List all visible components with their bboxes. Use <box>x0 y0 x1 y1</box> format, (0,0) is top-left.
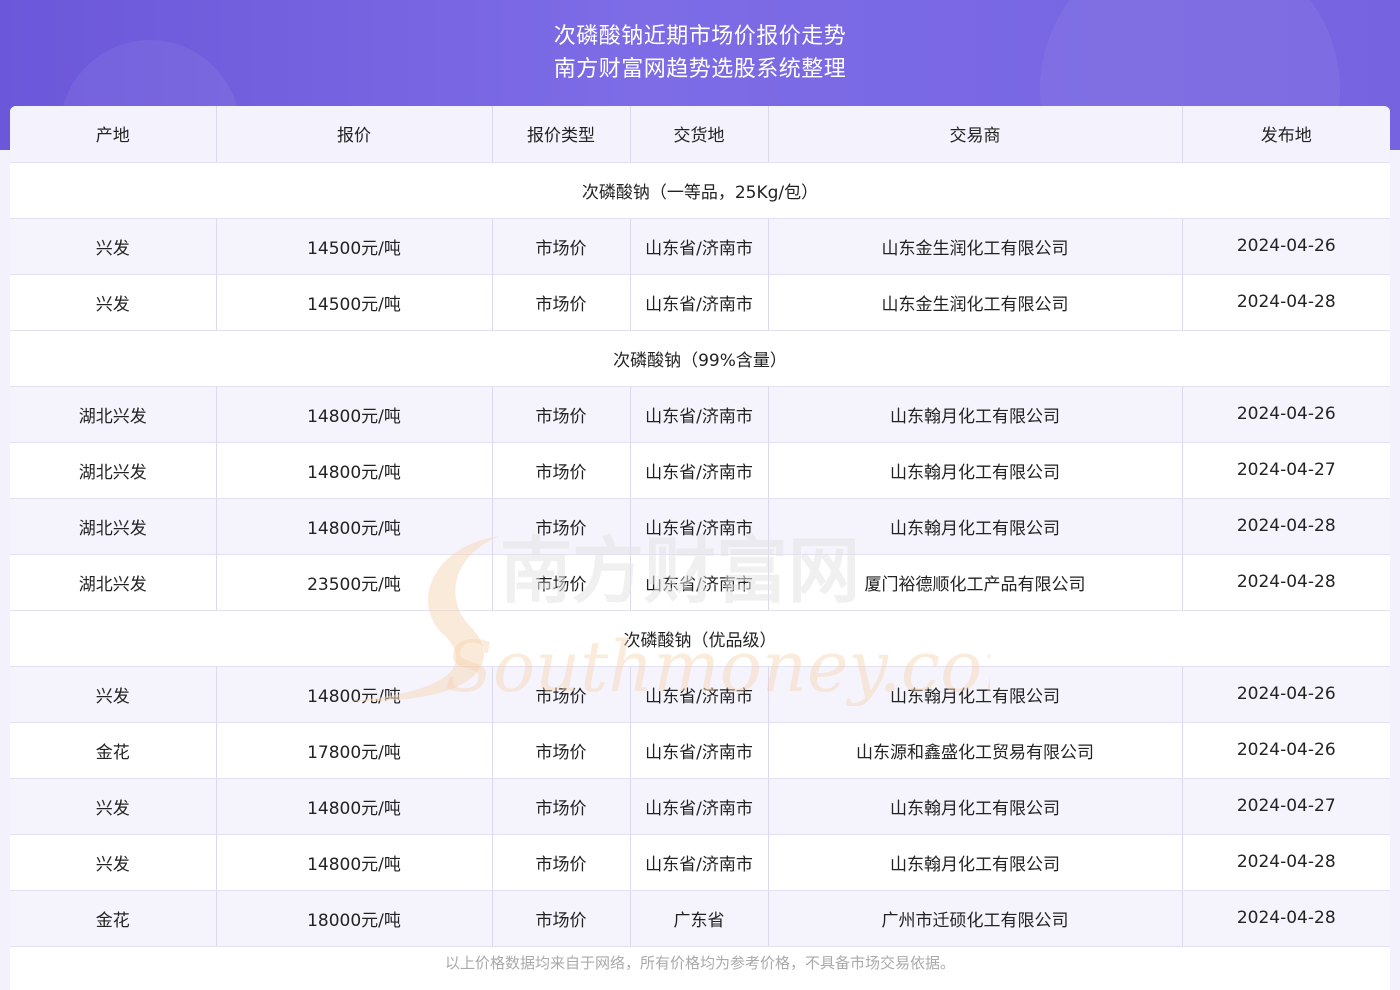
origin-cell: 湖北兴发 <box>10 442 217 499</box>
table-row: 湖北兴发 14800元/吨 市场价 山东省/济南市 山东翰月化工有限公司 2024-04-… <box>10 442 1390 499</box>
origin-cell: 湖北兴发 <box>10 554 217 611</box>
price-table-panel: 产地 报价 报价类型 交货地 交易商 发布地 次磷酸钠（一等品，25Kg/包） 兴发 1450… <box>10 106 1390 990</box>
origin-cell: 兴发 <box>10 666 217 723</box>
delivery-cell: 山东省/济南市 <box>630 386 769 443</box>
delivery-cell: 山东省/济南市 <box>630 778 769 835</box>
origin-cell: 兴发 <box>10 778 217 835</box>
price-cell: 14800元/吨 <box>216 386 493 443</box>
trader-cell: 山东金生润化工有限公司 <box>768 218 1183 275</box>
trader-cell: 山东翰月化工有限公司 <box>768 498 1183 555</box>
date-cell: 2024-04-28 <box>1182 834 1390 891</box>
table-row: 兴发 14500元/吨 市场价 山东省/济南市 山东金生润化工有限公司 2024-04-2… <box>10 274 1390 331</box>
price-type-cell: 市场价 <box>492 666 631 723</box>
price-cell: 14800元/吨 <box>216 834 493 891</box>
delivery-cell: 山东省/济南市 <box>630 666 769 723</box>
date-cell: 2024-04-27 <box>1182 442 1390 499</box>
price-cell: 14800元/吨 <box>216 778 493 835</box>
delivery-cell: 山东省/济南市 <box>630 274 769 331</box>
column-header: 交货地 <box>630 106 769 163</box>
table-row: 兴发 14800元/吨 市场价 山东省/济南市 山东翰月化工有限公司 2024-04-26 <box>10 666 1390 723</box>
table-row: 兴发 14500元/吨 市场价 山东省/济南市 山东金生润化工有限公司 2024-04-2… <box>10 218 1390 275</box>
table-row: 兴发 14800元/吨 市场价 山东省/济南市 山东翰月化工有限公司 2024-04-27 <box>10 778 1390 835</box>
price-cell: 14500元/吨 <box>216 274 493 331</box>
origin-cell: 兴发 <box>10 218 217 275</box>
group-row: 次磷酸钠（一等品，25Kg/包） <box>10 162 1390 219</box>
date-cell: 2024-04-28 <box>1182 554 1390 611</box>
group-title: 次磷酸钠（一等品，25Kg/包） <box>10 162 1390 219</box>
price-type-cell: 市场价 <box>492 722 631 779</box>
price-cell: 23500元/吨 <box>216 554 493 611</box>
price-cell: 17800元/吨 <box>216 722 493 779</box>
delivery-cell: 山东省/济南市 <box>630 722 769 779</box>
trader-cell: 山东翰月化工有限公司 <box>768 442 1183 499</box>
page-subtitle: 南方财富网趋势选股系统整理 <box>553 57 847 82</box>
table-row: 湖北兴发 14800元/吨 市场价 山东省/济南市 山东翰月化工有限公司 2024-04-… <box>10 386 1390 443</box>
column-header: 交易商 <box>768 106 1183 163</box>
price-cell: 14800元/吨 <box>216 666 493 723</box>
table-row: 湖北兴发 23500元/吨 市场价 山东省/济南市 厦门裕德顺化工产品有限公司 2024-… <box>10 554 1390 611</box>
date-cell: 2024-04-26 <box>1182 666 1390 723</box>
delivery-cell: 山东省/济南市 <box>630 218 769 275</box>
trader-cell: 山东翰月化工有限公司 <box>768 834 1183 891</box>
disclaimer-footer: 以上价格数据均来自于网络，所有价格均为参考价格，不具备市场交易依据。 <box>444 954 955 972</box>
delivery-cell: 山东省/济南市 <box>630 498 769 555</box>
price-cell: 18000元/吨 <box>216 890 493 947</box>
trader-cell: 山东翰月化工有限公司 <box>768 386 1183 443</box>
table-body: 次磷酸钠（一等品，25Kg/包） 兴发 14500元/吨 市场价 山东省/济南市 山东金生… <box>10 162 1390 947</box>
price-type-cell: 市场价 <box>492 778 631 835</box>
price-type-cell: 市场价 <box>492 386 631 443</box>
origin-cell: 金花 <box>10 722 217 779</box>
price-cell: 14500元/吨 <box>216 218 493 275</box>
price-type-cell: 市场价 <box>492 554 631 611</box>
price-type-cell: 市场价 <box>492 218 631 275</box>
page-title: 次磷酸钠近期市场价报价走势 <box>553 24 847 49</box>
table-row: 兴发 14800元/吨 市场价 山东省/济南市 山东翰月化工有限公司 2024-04-28 <box>10 834 1390 891</box>
price-table: 产地 报价 报价类型 交货地 交易商 发布地 次磷酸钠（一等品，25Kg/包） 兴发 1450… <box>10 106 1390 947</box>
trader-cell: 厦门裕德顺化工产品有限公司 <box>768 554 1183 611</box>
group-title: 次磷酸钠（99%含量） <box>10 330 1390 387</box>
table-row: 金花 18000元/吨 市场价 广东省 广州市迁硕化工有限公司 2024-04-28 <box>10 890 1390 947</box>
column-header: 发布地 <box>1182 106 1390 163</box>
table-row: 湖北兴发 14800元/吨 市场价 山东省/济南市 山东翰月化工有限公司 2024-04-… <box>10 498 1390 555</box>
date-cell: 2024-04-28 <box>1182 498 1390 555</box>
origin-cell: 金花 <box>10 890 217 947</box>
delivery-cell: 广东省 <box>630 890 769 947</box>
delivery-cell: 山东省/济南市 <box>630 442 769 499</box>
date-cell: 2024-04-26 <box>1182 218 1390 275</box>
price-type-cell: 市场价 <box>492 442 631 499</box>
column-header: 报价类型 <box>492 106 631 163</box>
table-row: 金花 17800元/吨 市场价 山东省/济南市 山东源和鑫盛化工贸易有限公司 2024-0… <box>10 722 1390 779</box>
price-cell: 14800元/吨 <box>216 442 493 499</box>
date-cell: 2024-04-26 <box>1182 722 1390 779</box>
date-cell: 2024-04-28 <box>1182 274 1390 331</box>
origin-cell: 兴发 <box>10 274 217 331</box>
date-cell: 2024-04-26 <box>1182 386 1390 443</box>
price-cell: 14800元/吨 <box>216 498 493 555</box>
group-row: 次磷酸钠（99%含量） <box>10 330 1390 387</box>
price-type-cell: 市场价 <box>492 498 631 555</box>
trader-cell: 山东翰月化工有限公司 <box>768 666 1183 723</box>
price-type-cell: 市场价 <box>492 274 631 331</box>
price-type-cell: 市场价 <box>492 890 631 947</box>
group-title: 次磷酸钠（优品级） <box>10 610 1390 667</box>
column-header: 产地 <box>10 106 217 163</box>
delivery-cell: 山东省/济南市 <box>630 834 769 891</box>
price-type-cell: 市场价 <box>492 834 631 891</box>
origin-cell: 兴发 <box>10 834 217 891</box>
trader-cell: 广州市迁硕化工有限公司 <box>768 890 1183 947</box>
trader-cell: 山东翰月化工有限公司 <box>768 778 1183 835</box>
group-row: 次磷酸钠（优品级） <box>10 610 1390 667</box>
origin-cell: 湖北兴发 <box>10 498 217 555</box>
delivery-cell: 山东省/济南市 <box>630 554 769 611</box>
trader-cell: 山东金生润化工有限公司 <box>768 274 1183 331</box>
trader-cell: 山东源和鑫盛化工贸易有限公司 <box>768 722 1183 779</box>
column-header: 报价 <box>216 106 493 163</box>
date-cell: 2024-04-27 <box>1182 778 1390 835</box>
date-cell: 2024-04-28 <box>1182 890 1390 947</box>
table-header-row: 产地 报价 报价类型 交货地 交易商 发布地 <box>10 106 1390 163</box>
origin-cell: 湖北兴发 <box>10 386 217 443</box>
